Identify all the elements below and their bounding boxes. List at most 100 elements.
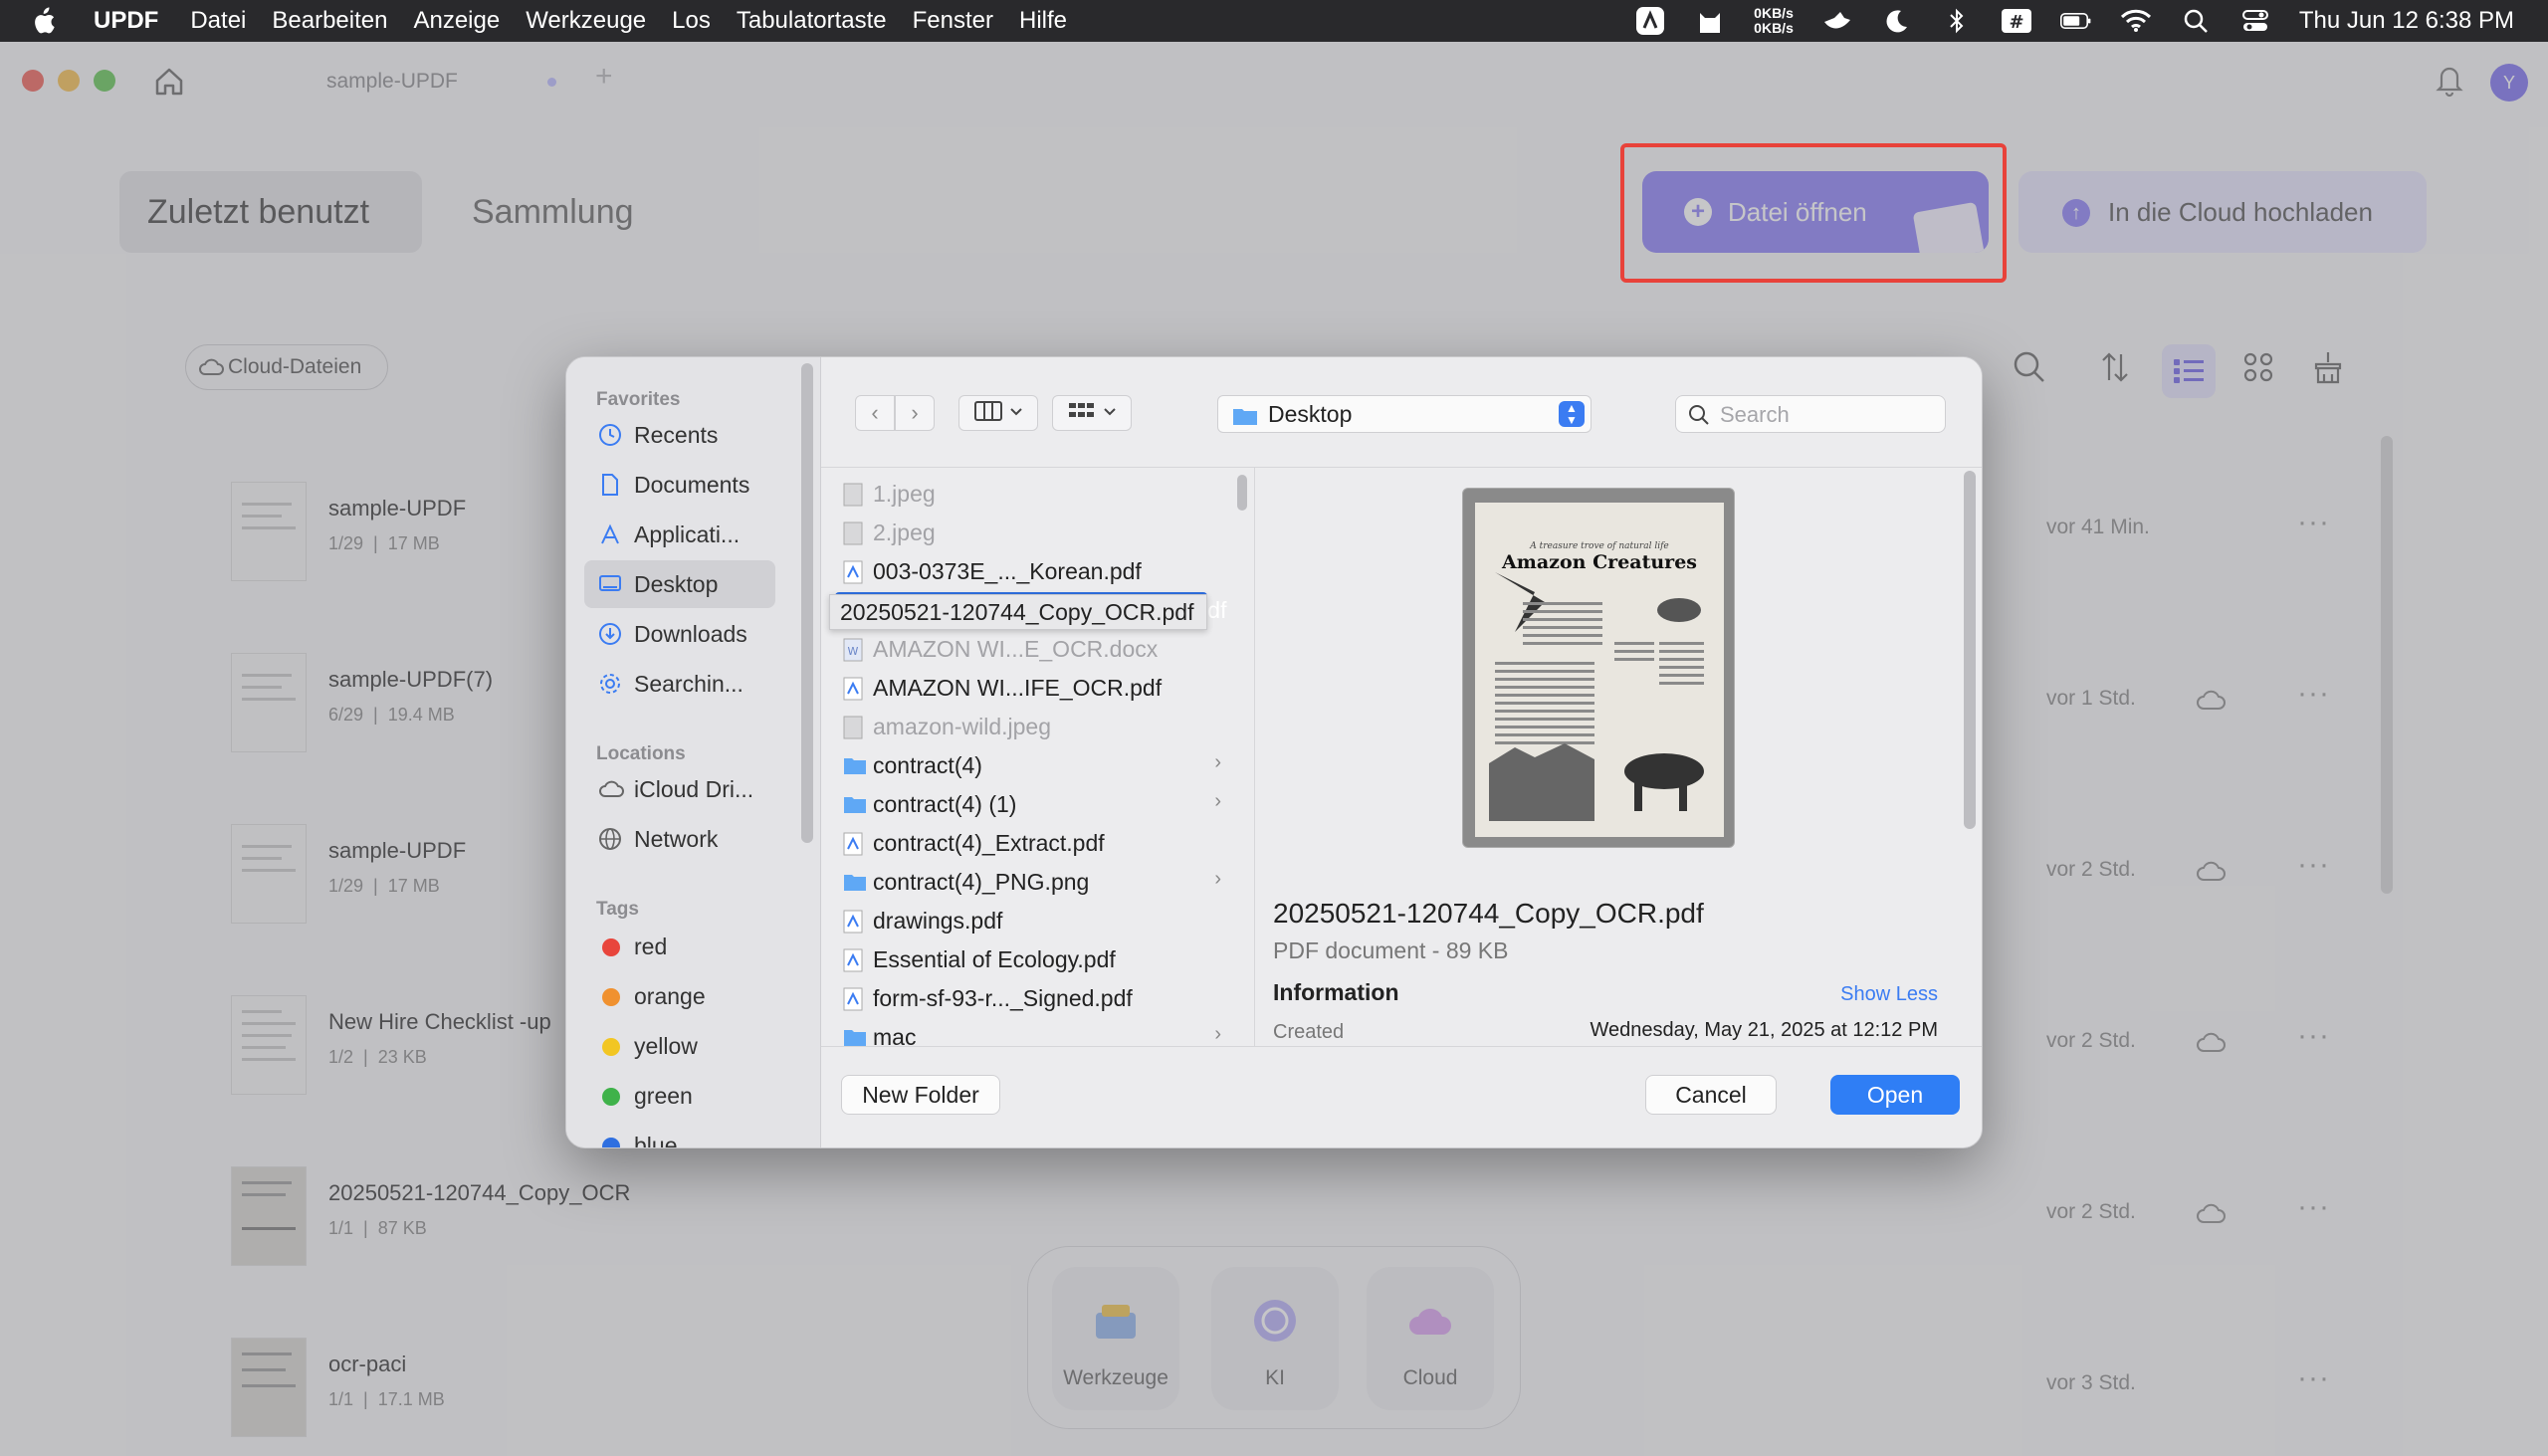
sidebar-tag-red[interactable]: red xyxy=(584,923,775,970)
folder-icon xyxy=(1232,405,1258,432)
menu-bearbeiten[interactable]: Bearbeiten xyxy=(272,7,387,35)
battery-icon[interactable] xyxy=(2059,8,2092,34)
sidebar-item-icloud[interactable]: iCloud Dri... xyxy=(584,765,775,813)
forward-button[interactable]: › xyxy=(895,395,935,431)
image-file-icon xyxy=(843,521,863,545)
spotlight-search-icon[interactable] xyxy=(2180,8,2212,34)
image-file-icon xyxy=(843,716,863,739)
sidebar-tag-yellow[interactable]: yellow xyxy=(584,1022,775,1070)
tag-color-dot xyxy=(602,1038,620,1056)
sidebar-heading-locations: Locations xyxy=(596,743,686,764)
grid-icon xyxy=(1068,401,1096,426)
tag-color-dot xyxy=(602,1088,620,1106)
file-item[interactable]: Essential of Ecology.pdf xyxy=(835,941,1233,977)
file-item[interactable]: W AMAZON WI...E_OCR.docx xyxy=(835,631,1233,667)
preview-file-name: 20250521-120744_Copy_OCR.pdf xyxy=(1273,898,1704,929)
dialog-footer: New Folder Cancel Open xyxy=(821,1046,1982,1147)
folder-item[interactable]: contract(4) › xyxy=(835,747,1233,783)
sidebar-item-applications[interactable]: Applicati... xyxy=(584,511,775,558)
preview-scrollbar[interactable] xyxy=(1964,471,1976,829)
pdf-file-icon xyxy=(843,910,863,934)
menu-werkzeuge[interactable]: Werkzeuge xyxy=(526,7,646,35)
chevron-updown-icon: ▲ ▼ xyxy=(1559,401,1585,427)
open-button[interactable]: Open xyxy=(1830,1075,1960,1115)
sidebar-item-searching[interactable]: Searchin... xyxy=(584,660,775,708)
dialog-search-field[interactable] xyxy=(1675,395,1946,433)
preview-info-heading: Information xyxy=(1273,979,1399,1005)
chevron-down-icon xyxy=(1010,404,1022,422)
updf-tray-icon[interactable] xyxy=(1634,7,1666,35)
new-folder-button[interactable]: New Folder xyxy=(841,1075,1000,1115)
file-item[interactable]: drawings.pdf xyxy=(835,903,1233,938)
folder-item[interactable]: contract(4)_PNG.png › xyxy=(835,864,1233,900)
sidebar-item-desktop[interactable]: Desktop xyxy=(584,560,775,608)
sidebar-item-label: orange xyxy=(634,982,706,1009)
apple-icon[interactable] xyxy=(30,7,70,35)
moon-icon[interactable] xyxy=(1881,8,1913,34)
menu-tabulatortaste[interactable]: Tabulatortaste xyxy=(737,7,887,35)
column-view-button[interactable] xyxy=(958,395,1038,431)
file-item[interactable]: amazon-wild.jpeg xyxy=(835,709,1233,744)
control-center-icon[interactable] xyxy=(2239,8,2271,34)
folder-icon xyxy=(843,754,866,778)
menu-anzeige[interactable]: Anzeige xyxy=(413,7,500,35)
sidebar-item-network[interactable]: Network xyxy=(584,815,775,863)
chevron-right-icon: › xyxy=(1214,751,1221,773)
dialog-sidebar: Favorites Recents Documents Applicati...… xyxy=(566,357,821,1147)
cancel-button[interactable]: Cancel xyxy=(1645,1075,1777,1115)
sidebar-tag-blue[interactable]: blue xyxy=(584,1122,775,1147)
sidebar-item-label: red xyxy=(634,933,668,959)
folder-item[interactable]: mac › xyxy=(835,1019,1233,1046)
created-value: Wednesday, May 21, 2025 at 12:12 PM xyxy=(1590,1019,1938,1041)
menu-hilfe[interactable]: Hilfe xyxy=(1019,7,1067,35)
desktop-icon xyxy=(598,572,622,596)
file-list-scrollbar[interactable] xyxy=(1237,475,1247,511)
wifi-icon[interactable] xyxy=(2120,8,2152,34)
hashtag-icon[interactable]: # xyxy=(2001,8,2032,34)
clock[interactable]: Thu Jun 12 6:38 PM xyxy=(2299,7,2514,35)
svg-text:#: # xyxy=(2009,12,2023,33)
svg-text:W: W xyxy=(848,645,859,658)
sidebar-item-downloads[interactable]: Downloads xyxy=(584,610,775,658)
icloud-icon xyxy=(598,777,624,801)
sidebar-item-documents[interactable]: Documents xyxy=(584,461,775,509)
word-file-icon: W xyxy=(843,638,863,662)
group-view-button[interactable] xyxy=(1052,395,1132,431)
file-item[interactable]: AMAZON WI...IFE_OCR.pdf xyxy=(835,670,1233,706)
file-item[interactable]: contract(4)_Extract.pdf xyxy=(835,825,1233,861)
search-icon xyxy=(1688,404,1710,431)
chevron-right-icon: › xyxy=(1214,1023,1221,1045)
folder-item[interactable]: contract(4) (1) › xyxy=(835,786,1233,822)
download-icon xyxy=(598,622,622,646)
menu-app-name[interactable]: UPDF xyxy=(94,7,158,35)
highlight-frame xyxy=(1620,143,2007,283)
cat-tray-icon[interactable] xyxy=(1694,8,1726,34)
image-file-icon xyxy=(843,483,863,507)
svg-text:Amazon Creatures: Amazon Creatures xyxy=(1501,551,1697,573)
folder-icon xyxy=(843,793,866,817)
sidebar-item-label: Searchin... xyxy=(634,670,743,697)
sidebar-item-label: yellow xyxy=(634,1032,698,1059)
sidebar-item-recents[interactable]: Recents xyxy=(584,411,775,459)
file-item[interactable]: 1.jpeg xyxy=(835,476,1233,512)
bluetooth-icon[interactable] xyxy=(1941,8,1973,34)
search-input[interactable] xyxy=(1720,402,1929,428)
open-file-dialog: Favorites Recents Documents Applicati...… xyxy=(565,356,1983,1148)
pdf-file-icon xyxy=(843,948,863,972)
tag-color-dot xyxy=(602,1138,620,1147)
hand-tray-icon[interactable] xyxy=(1821,8,1853,34)
back-button[interactable]: ‹ xyxy=(855,395,895,431)
file-list: 1.jpeg 2.jpeg 003-0373E_..._Korean.pdf 2… xyxy=(821,467,1255,1046)
menu-datei[interactable]: Datei xyxy=(190,7,246,35)
location-select[interactable]: Desktop ▲ ▼ xyxy=(1217,395,1592,433)
file-item[interactable]: 003-0373E_..._Korean.pdf xyxy=(835,553,1233,589)
sidebar-scrollbar[interactable] xyxy=(801,363,813,843)
sidebar-tag-orange[interactable]: orange xyxy=(584,972,775,1020)
show-less-link[interactable]: Show Less xyxy=(1840,983,1938,1006)
menu-fenster[interactable]: Fenster xyxy=(913,7,993,35)
sidebar-heading-favorites: Favorites xyxy=(596,389,681,410)
sidebar-tag-green[interactable]: green xyxy=(584,1072,775,1120)
menu-los[interactable]: Los xyxy=(672,7,711,35)
file-item[interactable]: 2.jpeg xyxy=(835,515,1233,550)
file-item[interactable]: form-sf-93-r..._Signed.pdf xyxy=(835,980,1233,1016)
